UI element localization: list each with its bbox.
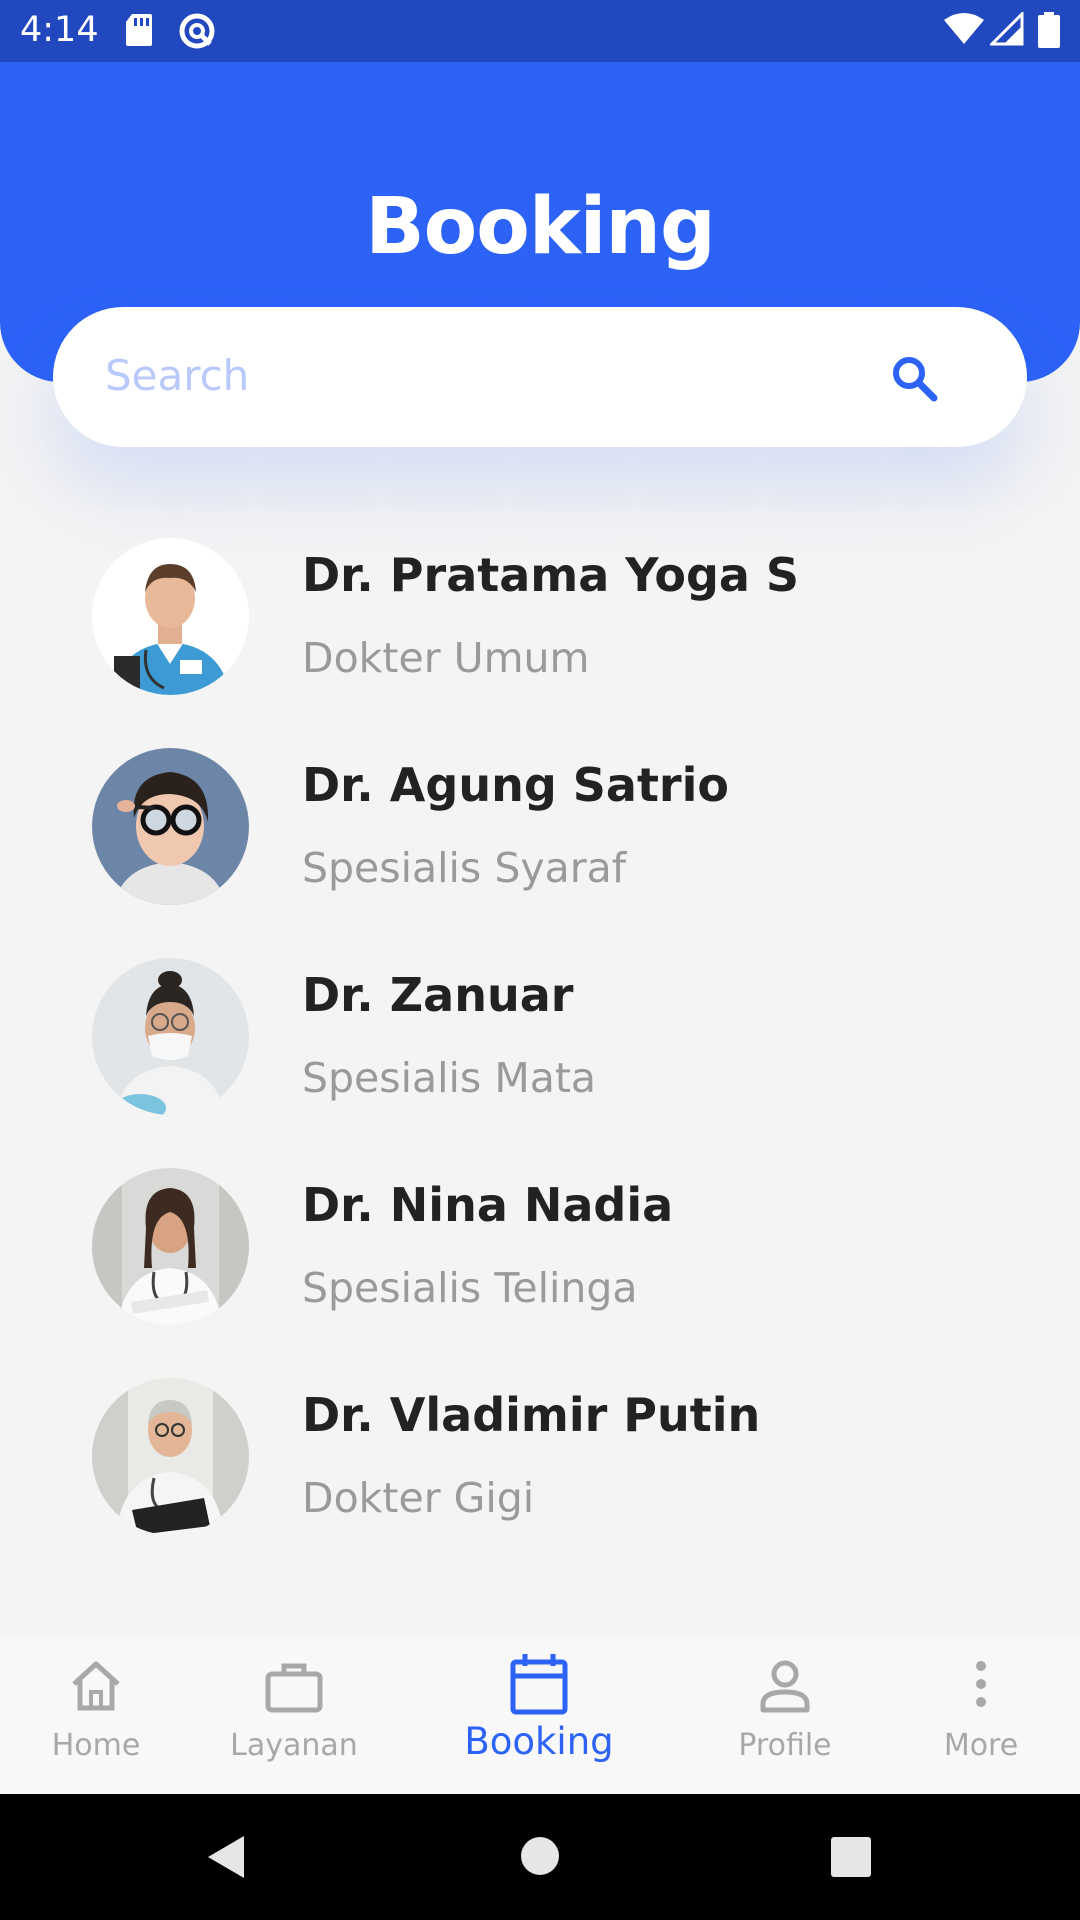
nav-item-home[interactable]: Home	[0, 1636, 204, 1794]
home-icon	[72, 1661, 120, 1711]
nav-item-layanan[interactable]: Layanan	[186, 1636, 402, 1794]
back-icon[interactable]	[206, 1834, 246, 1880]
doctor-avatar	[92, 538, 249, 695]
system-navigation-bar	[0, 1794, 1080, 1920]
recent-apps-icon[interactable]	[830, 1836, 872, 1878]
doctor-avatar	[92, 958, 249, 1115]
doctor-avatar	[92, 1168, 249, 1325]
doctor-list-item[interactable]: Dr. Pratama Yoga S Dokter Umum	[0, 538, 1080, 698]
doctor-name: Dr. Vladimir Putin	[302, 1388, 761, 1442]
search-input[interactable]: Search	[105, 351, 249, 400]
sync-icon	[179, 13, 215, 49]
nav-item-more[interactable]: More	[873, 1636, 1080, 1794]
more-vertical-icon	[976, 1661, 986, 1707]
status-time: 4:14	[20, 10, 99, 50]
status-bar: 4:14	[0, 0, 1080, 62]
doctor-specialty: Spesialis Syaraf	[302, 844, 627, 892]
doctor-avatar	[92, 748, 249, 905]
doctor-list-item[interactable]: Dr. Nina Nadia Spesialis Telinga	[0, 1168, 1080, 1328]
page-title: Booking	[365, 182, 716, 272]
wifi-icon	[944, 13, 984, 44]
doctor-specialty: Dokter Umum	[302, 634, 590, 682]
battery-icon	[1038, 12, 1060, 48]
home-circle-icon[interactable]	[520, 1836, 560, 1876]
doctor-name: Dr. Zanuar	[302, 968, 574, 1022]
search-icon[interactable]	[889, 353, 939, 403]
nav-label-booking: Booking	[464, 1720, 614, 1763]
doctor-list-item[interactable]: Dr. Vladimir Putin Dokter Gigi	[0, 1378, 1080, 1538]
nav-item-booking[interactable]: Booking	[431, 1636, 647, 1794]
search-bar[interactable]: Search	[53, 307, 1027, 447]
doctor-list-item[interactable]: Dr. Zanuar Spesialis Mata	[0, 958, 1080, 1118]
doctor-name: Dr. Nina Nadia	[302, 1178, 674, 1232]
nav-item-profile[interactable]: Profile	[677, 1636, 893, 1794]
doctor-list-item[interactable]: Dr. Agung Satrio Spesialis Syaraf	[0, 748, 1080, 908]
doctor-specialty: Dokter Gigi	[302, 1474, 535, 1522]
nav-label-home: Home	[51, 1728, 141, 1763]
doctor-specialty: Spesialis Mata	[302, 1054, 597, 1102]
doctor-avatar	[92, 1378, 249, 1535]
sd-card-icon	[126, 14, 152, 46]
calendar-icon	[510, 1654, 568, 1715]
briefcase-icon	[265, 1663, 323, 1713]
doctor-name: Dr. Pratama Yoga S	[302, 548, 800, 602]
person-icon	[760, 1660, 810, 1713]
nav-label-layanan: Layanan	[230, 1728, 358, 1763]
nav-label-profile: Profile	[738, 1728, 832, 1763]
doctor-name: Dr. Agung Satrio	[302, 758, 729, 812]
bottom-navigation: Home Layanan Booking Profile More	[0, 1636, 1080, 1794]
doctor-specialty: Spesialis Telinga	[302, 1264, 638, 1312]
nav-label-more: More	[943, 1728, 1019, 1763]
cell-signal-icon	[990, 12, 1024, 46]
